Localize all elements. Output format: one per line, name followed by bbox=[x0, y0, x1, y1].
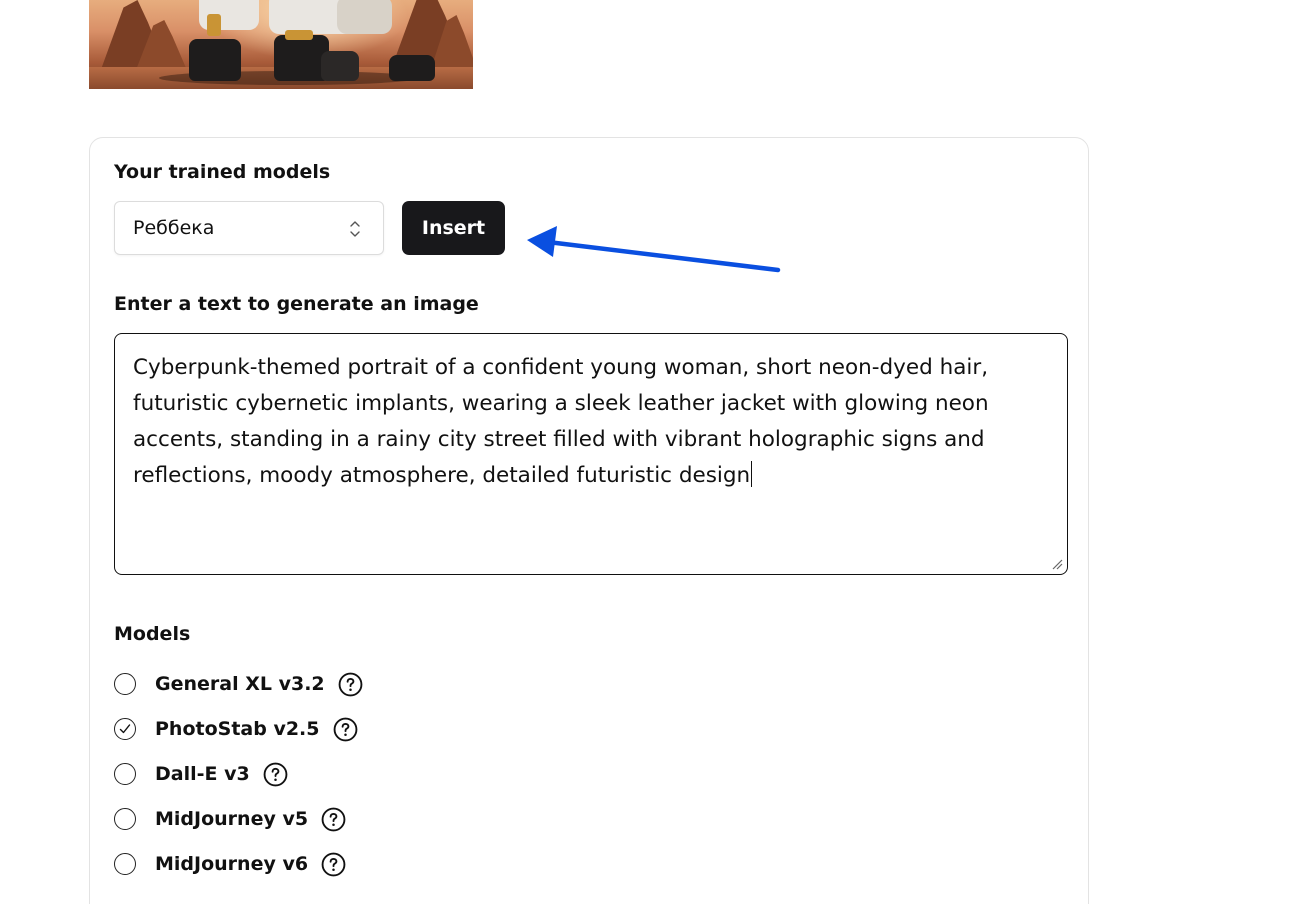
radio-button[interactable] bbox=[114, 763, 136, 785]
chevron-up-down-icon bbox=[350, 221, 360, 237]
models-label: Models bbox=[114, 623, 191, 645]
model-option-label: MidJourney v6 bbox=[155, 853, 309, 875]
question-circle-icon[interactable] bbox=[333, 717, 358, 742]
model-option-dall-e[interactable]: Dall-E v3 bbox=[114, 759, 288, 789]
model-option-label: MidJourney v5 bbox=[155, 808, 309, 830]
prompt-label: Enter a text to generate an image bbox=[114, 293, 479, 315]
question-circle-icon[interactable] bbox=[321, 807, 346, 832]
model-option-photostab[interactable]: PhotoStab v2.5 bbox=[114, 714, 358, 744]
question-circle-icon[interactable] bbox=[321, 852, 346, 877]
radio-button[interactable] bbox=[114, 853, 136, 875]
model-option-midjourney-v5[interactable]: MidJourney v5 bbox=[114, 804, 346, 834]
prompt-text: Cyberpunk-themed portrait of a confident… bbox=[133, 355, 989, 488]
radio-button-checked[interactable] bbox=[114, 718, 136, 740]
text-caret bbox=[751, 461, 753, 487]
model-option-label: General XL v3.2 bbox=[155, 673, 325, 695]
generate-form-card: Your trained models Реббека Insert Enter… bbox=[89, 137, 1089, 904]
model-option-general-xl[interactable]: General XL v3.2 bbox=[114, 669, 363, 699]
resize-handle-icon[interactable] bbox=[1051, 558, 1063, 570]
model-option-label: Dall-E v3 bbox=[155, 763, 250, 785]
trained-models-label: Your trained models bbox=[114, 161, 331, 183]
trained-model-select[interactable]: Реббека bbox=[114, 201, 384, 255]
prompt-textarea[interactable]: Cyberpunk-themed portrait of a confident… bbox=[114, 333, 1068, 575]
generated-image-preview bbox=[89, 0, 473, 89]
question-circle-icon[interactable] bbox=[338, 672, 363, 697]
radio-button[interactable] bbox=[114, 808, 136, 830]
check-icon bbox=[119, 724, 131, 734]
model-option-midjourney-v6[interactable]: MidJourney v6 bbox=[114, 849, 346, 879]
page: Your trained models Реббека Insert Enter… bbox=[0, 0, 1300, 904]
radio-button[interactable] bbox=[114, 673, 136, 695]
model-option-label: PhotoStab v2.5 bbox=[155, 718, 320, 740]
trained-model-selected-value: Реббека bbox=[133, 217, 215, 239]
insert-button[interactable]: Insert bbox=[402, 201, 505, 255]
question-circle-icon[interactable] bbox=[263, 762, 288, 787]
